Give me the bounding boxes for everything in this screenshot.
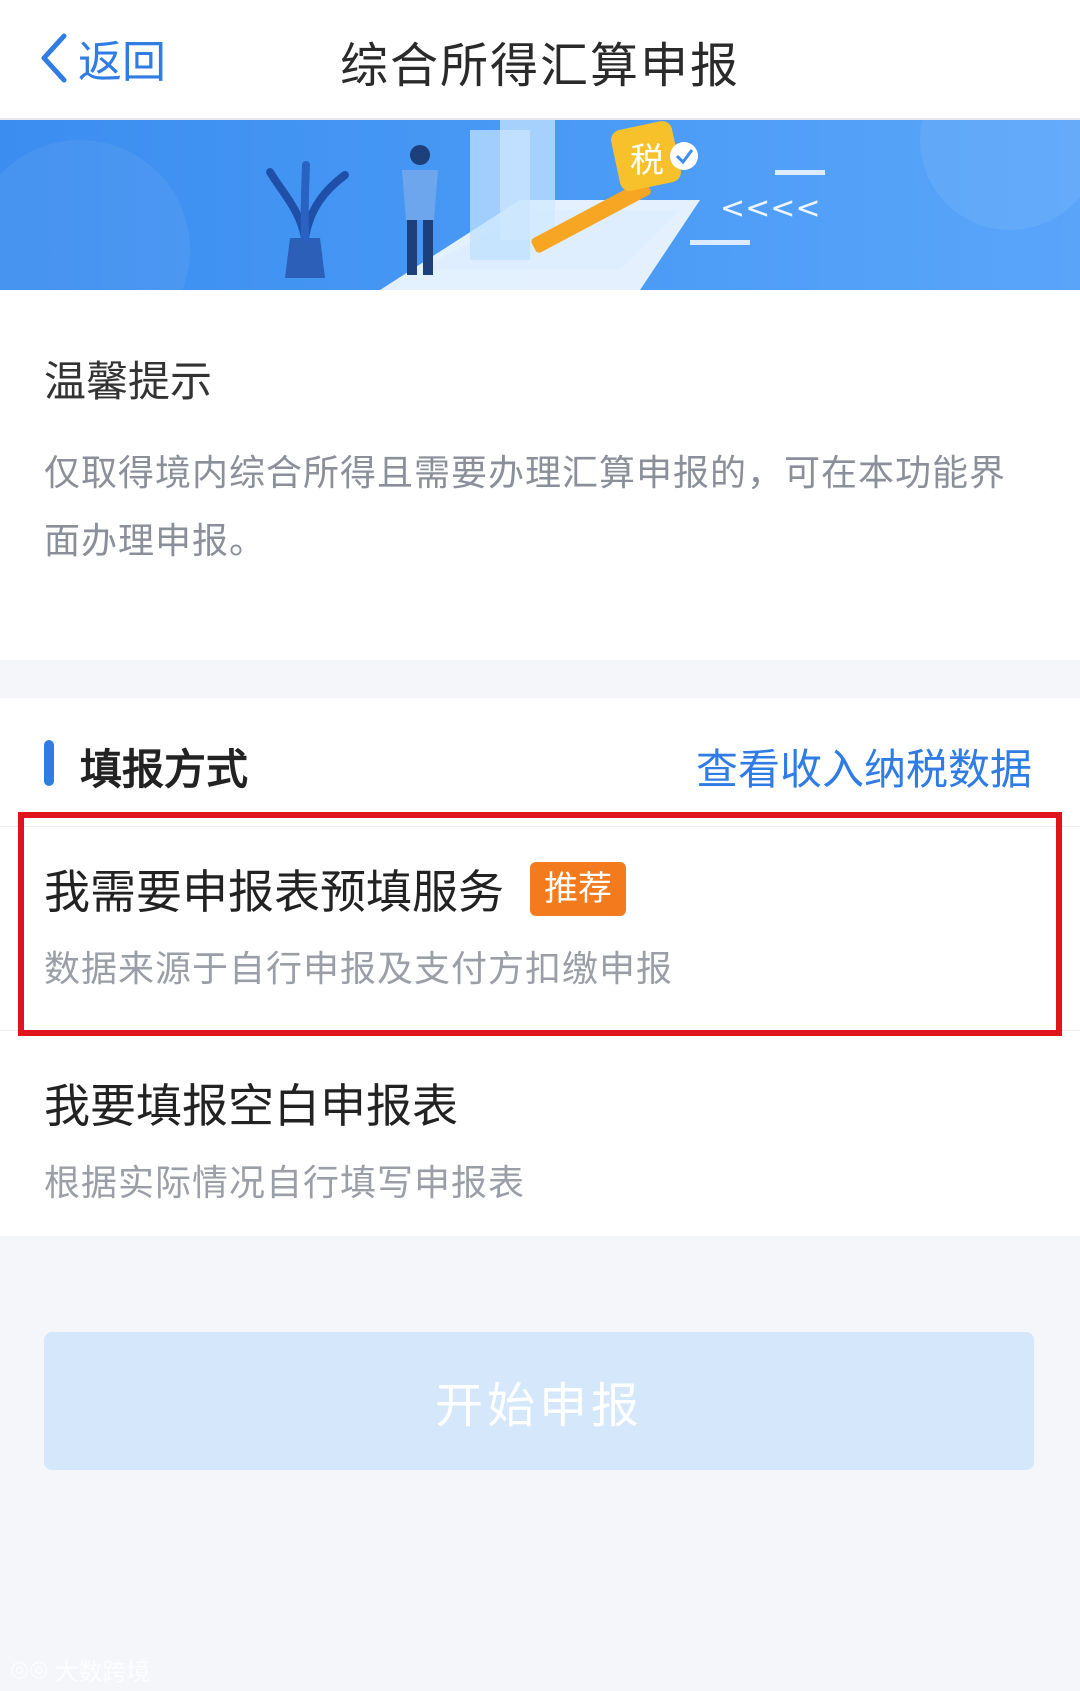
view-income-tax-data-link[interactable]: 查看收入纳税数据	[696, 736, 1032, 797]
page-title: 综合所得汇算申报	[339, 38, 740, 94]
option-title: 我要填报空白申报表	[44, 1070, 458, 1136]
navigation-bar: 返回 综合所得汇算申报	[0, 0, 1080, 120]
person-figure	[402, 145, 438, 275]
watermark-text: 大数跨境	[54, 1658, 151, 1686]
watermark-logo-icon: ◎◎	[10, 1657, 49, 1682]
start-filing-button[interactable]: 开始申报	[44, 1332, 1034, 1470]
section-accent-bar	[44, 740, 54, 786]
section-title: 填报方式	[80, 745, 249, 794]
option-subtitle: 根据实际情况自行填写申报表	[44, 1163, 526, 1204]
banner-artwork: 税 <<<<	[0, 120, 1080, 290]
tax-badge-icon: 税	[611, 121, 698, 191]
plant-icon	[266, 161, 349, 278]
start-filing-label: 开始申报	[434, 1378, 643, 1434]
svg-text:<<<<: <<<<	[720, 191, 821, 226]
watermark: ◎◎ 大数跨境	[10, 1652, 150, 1687]
section-header: 填报方式 查看收入纳税数据	[0, 698, 1080, 827]
tips-card: 温馨提示 仅取得境内综合所得且需要办理汇算申报的，可在本功能界面办理申报。	[0, 290, 1080, 660]
option-blank-form[interactable]: 我要填报空白申报表 根据实际情况自行填写申报表	[0, 1032, 1080, 1234]
highlight-frame	[18, 812, 1062, 1036]
option-title-text: 我要填报空白申报表	[44, 1079, 458, 1133]
tips-title: 温馨提示	[44, 357, 213, 406]
banner-illustration: 税 <<<<	[0, 120, 1080, 290]
svg-text:税: 税	[630, 141, 664, 181]
tips-body: 仅取得境内综合所得且需要办理汇算申报的，可在本功能界面办理申报。	[44, 453, 1007, 562]
